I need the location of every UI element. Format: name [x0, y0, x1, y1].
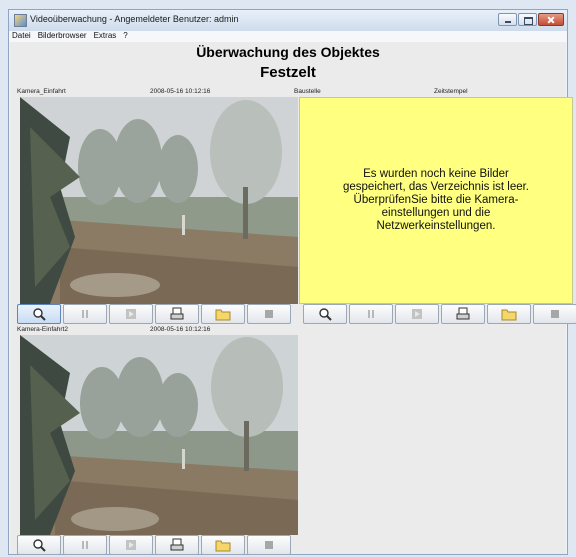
pause-icon [82, 310, 88, 318]
menu-extras[interactable]: Extras [94, 31, 117, 42]
empty-message-text: Es wurden noch keine Bilder gespeichert,… [342, 168, 530, 232]
menu-bilderbrowser[interactable]: Bilderbrowser [38, 31, 87, 42]
empty-camera-message: Es wurden noch keine Bilder gespeichert,… [299, 97, 573, 304]
camera-image-1-graphic [20, 97, 298, 304]
camera-image-1[interactable] [20, 97, 298, 304]
minimize-button[interactable] [498, 13, 517, 26]
zoom-icon [319, 308, 332, 321]
camera-row-2: Kamera-Einfahrt2 2008-05-16 10:12:16 [10, 326, 568, 556]
object-name: Festzelt [260, 64, 316, 81]
print-button[interactable] [155, 535, 199, 555]
window-controls [498, 13, 564, 26]
print-button[interactable] [155, 304, 199, 324]
app-icon [14, 14, 27, 27]
folder-button[interactable] [201, 304, 245, 324]
zoom-button[interactable] [17, 304, 61, 324]
menu-bar: Datei Bilderbrowser Extras ? [9, 31, 567, 42]
maximize-button[interactable] [518, 13, 537, 26]
camera-name-3: Kamera-Einfahrt2 [17, 326, 68, 333]
camera-name-1: Kamera_Einfahrt [17, 88, 66, 95]
camera-row-1: Kamera_Einfahrt 2008-05-16 10:12:16 Baus… [10, 88, 576, 328]
camera-image-3-graphic [20, 335, 298, 535]
camera-name-2: Baustelle [294, 88, 321, 95]
pause-button[interactable] [349, 304, 393, 324]
camera-toolbar-2 [303, 304, 576, 326]
print-icon [170, 538, 184, 551]
play-icon [126, 309, 136, 319]
app-window: Videoüberwachung - Angemeldeter Benutzer… [8, 9, 576, 556]
camera-header-3: Kamera-Einfahrt2 2008-05-16 10:12:16 [10, 326, 568, 335]
stop-icon [551, 310, 559, 318]
print-icon [456, 307, 470, 320]
play-button[interactable] [109, 535, 153, 555]
camera-image-3[interactable] [20, 335, 298, 535]
pause-button[interactable] [63, 304, 107, 324]
camera-header-1: Kamera_Einfahrt 2008-05-16 10:12:16 Baus… [10, 88, 568, 97]
main-content: Überwachung des Objektes Festzelt Kamera… [10, 42, 576, 556]
stop-icon [265, 541, 273, 549]
zoom-icon [33, 539, 46, 552]
stop-icon [265, 310, 273, 318]
play-button[interactable] [109, 304, 153, 324]
camera-toolbar-1 [17, 304, 300, 326]
pause-button[interactable] [63, 535, 107, 555]
folder-icon [215, 309, 231, 321]
camera-timestamp-2: Zeitstempel [434, 88, 468, 95]
stop-button[interactable] [247, 304, 291, 324]
window-title: Videoüberwachung - Angemeldeter Benutzer… [30, 14, 239, 24]
pause-icon [82, 541, 88, 549]
zoom-button[interactable] [17, 535, 61, 555]
camera-timestamp-3: 2008-05-16 10:12:16 [150, 326, 211, 333]
zoom-button[interactable] [303, 304, 347, 324]
menu-help[interactable]: ? [123, 31, 127, 42]
pause-icon [368, 310, 374, 318]
print-button[interactable] [441, 304, 485, 324]
folder-icon [501, 309, 517, 321]
print-icon [170, 307, 184, 320]
stop-button[interactable] [533, 304, 576, 324]
camera-toolbar-3 [17, 535, 300, 557]
zoom-icon [33, 308, 46, 321]
folder-icon [215, 540, 231, 552]
page-title: Überwachung des Objektes [196, 44, 380, 60]
stop-button[interactable] [247, 535, 291, 555]
close-button[interactable] [538, 13, 564, 26]
play-icon [412, 309, 422, 319]
camera-timestamp-1: 2008-05-16 10:12:16 [150, 88, 211, 95]
menu-datei[interactable]: Datei [12, 31, 31, 42]
folder-button[interactable] [487, 304, 531, 324]
play-icon [126, 540, 136, 550]
title-bar[interactable]: Videoüberwachung - Angemeldeter Benutzer… [9, 10, 567, 31]
folder-button[interactable] [201, 535, 245, 555]
play-button[interactable] [395, 304, 439, 324]
